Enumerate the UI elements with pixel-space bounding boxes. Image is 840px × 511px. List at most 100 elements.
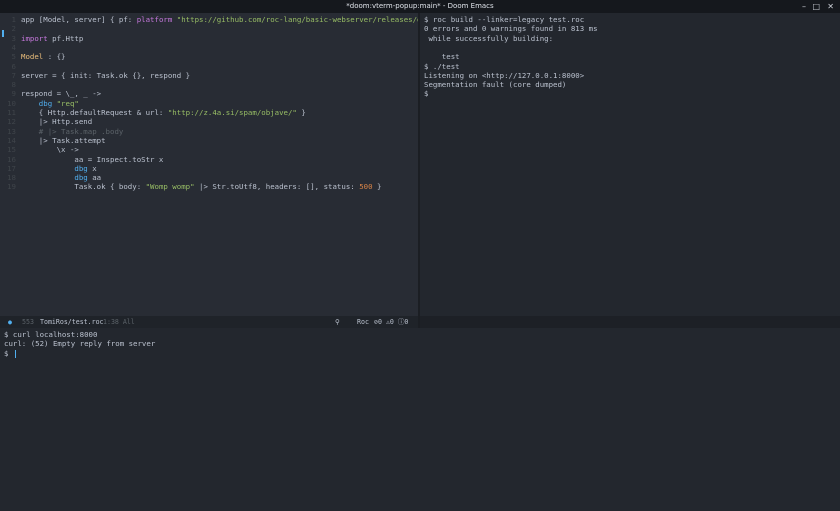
code-token: \x -> — [21, 145, 79, 155]
code-text: dbg x — [21, 163, 97, 173]
code-token: x — [92, 163, 97, 173]
terminal-line: test — [424, 52, 460, 61]
code-token: : {} — [43, 52, 66, 62]
line-number: 11 — [7, 108, 16, 117]
line-number: 10 — [7, 98, 16, 108]
maximize-icon[interactable]: □ — [812, 0, 820, 13]
buffer-path[interactable]: TomiRos/test.roc — [40, 316, 104, 328]
line-number: 18 — [7, 173, 16, 183]
code-token: } — [296, 108, 306, 117]
window-title: *doom:vterm-popup:main* - Doom Emacs — [346, 2, 494, 10]
terminal-text: $ roc build --linker=legacy test.roc — [424, 15, 585, 24]
code-token: "https://github.com/roc-lang/basic-webse… — [176, 15, 418, 24]
code-token: |> Http.send — [21, 117, 93, 127]
code-token: # |> Task.map .body — [21, 126, 124, 136]
terminal-text: $ — [424, 89, 429, 99]
code-token: aa — [92, 173, 102, 183]
line-number: 1 — [11, 15, 16, 24]
terminal-line: Listening on <http://127.0.0.1:8000> — [424, 71, 584, 80]
line-number: 6 — [11, 61, 16, 71]
code-text: dbg "req" — [21, 99, 79, 108]
code-token: dbg — [21, 163, 93, 173]
terminal-text: 0 errors and 0 warnings found in 813 ms — [424, 24, 598, 34]
terminal-line: 0 errors and 0 warnings found in 813 ms — [424, 24, 598, 33]
terminal-text: Listening on <http://127.0.0.1:8000> — [424, 70, 585, 80]
line-number: 12 — [7, 117, 16, 127]
line-number: 9 — [11, 89, 16, 99]
code-text: import pf.Http — [21, 34, 83, 43]
code-token: { Http.defaultRequest & url: — [21, 108, 168, 117]
terminal-line: curl: (52) Empty reply from server — [4, 339, 155, 348]
terminal-text: curl: (52) Empty reply from server — [4, 339, 156, 349]
buffer-state-icon: ● — [8, 318, 12, 326]
line-number: 4 — [11, 42, 16, 52]
code-text: app [Model, server] { pf: platform "http… — [21, 15, 418, 24]
terminal-line: while successfully building: — [424, 34, 553, 43]
close-icon[interactable]: ✕ — [827, 0, 834, 13]
code-token: Model — [21, 52, 44, 62]
line-number: 15 — [7, 145, 16, 155]
terminal-line: $ curl localhost:8000 — [4, 330, 97, 339]
code-text: \x -> — [21, 145, 79, 154]
terminal-line: $ — [4, 349, 16, 358]
code-token: respond = \_, _ -> — [21, 89, 102, 99]
code-editor[interactable]: 1 app [Model, server] { pf: platform "htt… — [0, 13, 418, 316]
build-terminal[interactable]: $ roc build --linker=legacy test.roc 0 er… — [420, 13, 840, 316]
line-number: 7 — [11, 70, 16, 80]
line-number: 3 — [11, 33, 16, 43]
terminal-text: $ curl localhost:8000 — [4, 330, 98, 339]
minimize-icon[interactable]: – — [802, 0, 806, 13]
vcs-icon: ⚲ — [335, 318, 340, 326]
code-token: dbg — [21, 173, 93, 183]
line-number: 2 — [11, 24, 16, 34]
code-text: Model : {} — [21, 52, 66, 61]
line-number: 14 — [7, 135, 16, 145]
code-token: Task.ok { body: — [21, 182, 146, 192]
code-text: # |> Task.map .body — [21, 126, 124, 136]
terminal-text: $ ./test — [424, 61, 460, 71]
line-number: 8 — [11, 80, 16, 90]
terminal-line: $ roc build --linker=legacy test.roc — [424, 15, 584, 24]
code-text: aa = Inspect.toStr x — [21, 155, 163, 164]
cursor-position: 1:38 All — [103, 318, 135, 326]
code-token: server = { init: Task.ok {}, respond } — [21, 70, 191, 80]
code-token: app [Model, server] { pf: — [21, 15, 137, 24]
code-token: "Womp womp" — [145, 182, 195, 192]
line-number: 16 — [7, 154, 16, 164]
code-text: dbg aa — [21, 173, 101, 182]
major-mode[interactable]: Roc — [357, 316, 369, 328]
code-token: aa = Inspect.toStr x — [21, 154, 164, 164]
code-token: pf.Http — [47, 33, 84, 43]
code-text: |> Http.send — [21, 117, 92, 126]
code-token: } — [372, 182, 382, 192]
terminal-cursor — [14, 349, 16, 358]
code-token: |> Task.attempt — [21, 135, 106, 145]
diagnostics[interactable]: ⊘0 ⚠0 ⓘ0 — [374, 316, 408, 328]
code-text: Task.ok { body: "Womp womp" |> Str.toUtf… — [21, 182, 381, 191]
modeline: ● 553 TomiRos/test.roc 1:38 All ⚲ Roc ⊘0… — [0, 316, 418, 328]
terminal-text: test — [424, 52, 460, 62]
terminal-line: $ — [424, 89, 428, 98]
line-number: 5 — [11, 52, 16, 62]
terminal-line: Segmentation fault (core dumped) — [424, 80, 566, 89]
code-token: 500 — [359, 182, 373, 192]
modeline-inactive — [420, 316, 840, 328]
terminal-text: while successfully building: — [424, 33, 554, 43]
window-titlebar: *doom:vterm-popup:main* - Doom Emacs – □… — [0, 0, 840, 13]
code-token: import — [21, 33, 48, 43]
line-number: 17 — [7, 163, 16, 173]
code-token: |> Str.toUtf8, headers: [], status: — [194, 182, 360, 192]
terminal-text: Segmentation fault (core dumped) — [424, 80, 567, 90]
code-text: |> Task.attempt — [21, 136, 106, 145]
code-token: platform — [136, 15, 173, 24]
line-number: 13 — [7, 126, 16, 136]
terminal-text: $ — [4, 348, 13, 358]
code-token: "http://z.4a.si/spam/objave/" — [167, 108, 297, 117]
popup-terminal[interactable]: $ curl localhost:8000 curl: (52) Empty re… — [0, 328, 840, 511]
terminal-line: $ ./test — [424, 62, 460, 71]
line-number: 19 — [7, 182, 16, 192]
code-text: { Http.defaultRequest & url: "http://z.4… — [21, 108, 306, 117]
buffer-size: 553 — [22, 318, 34, 326]
code-token: "req" — [56, 98, 79, 108]
code-text: respond = \_, _ -> — [21, 89, 101, 98]
